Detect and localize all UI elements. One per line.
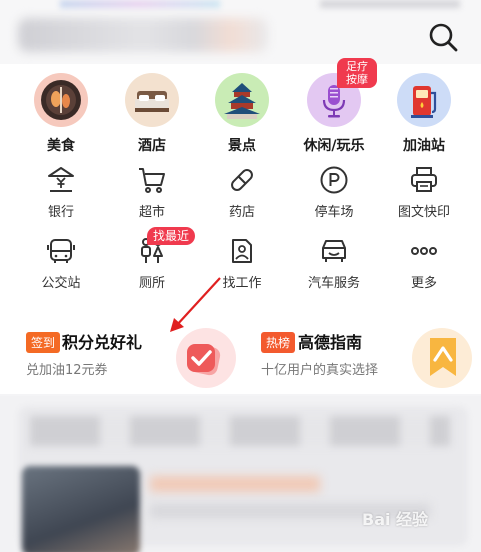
service-parking-label: 停车场 [314, 205, 354, 220]
service-print[interactable]: 图文快印 [379, 165, 469, 220]
category-food-label: 美食 [47, 138, 75, 154]
leisure-badge: 足疗按摩 [337, 58, 377, 88]
car-service-icon [322, 240, 346, 262]
service-job[interactable]: 找工作 [197, 236, 287, 291]
service-bank[interactable]: 银行 [16, 165, 106, 220]
category-gas-station-label: 加油站 [403, 138, 445, 154]
category-hotel[interactable]: 酒店 [107, 73, 197, 155]
hot-list-tag: 热榜 [261, 332, 296, 353]
category-attraction-label: 景点 [228, 138, 256, 154]
service-pharmacy[interactable]: 药店 [197, 165, 287, 220]
service-supermarket-label: 超市 [138, 205, 165, 220]
bus-icon [47, 239, 75, 263]
points-card-title: 积分兑好礼 [62, 333, 143, 352]
attraction-icon [215, 73, 269, 127]
service-car[interactable]: 汽车服务 [289, 236, 379, 291]
job-icon [232, 239, 252, 263]
cart-icon [139, 168, 165, 193]
service-supermarket[interactable]: 超市 [107, 165, 197, 220]
service-bus-stop-label: 公交站 [41, 276, 81, 291]
check-badge-icon [176, 328, 236, 388]
service-parking[interactable]: 停车场 [289, 165, 379, 220]
guide-card[interactable]: 热榜 高德指南 十亿用户的真实选择 [247, 314, 474, 390]
service-car-label: 汽车服务 [307, 276, 360, 291]
search-icon [429, 23, 458, 52]
watermark: Bai 经验 [362, 510, 429, 529]
category-food[interactable]: 美食 [16, 73, 106, 155]
service-pharmacy-label: 药店 [228, 205, 255, 220]
search-button[interactable] [426, 20, 460, 54]
printer-icon [411, 167, 437, 192]
category-gas-station[interactable]: 加油站 [379, 73, 469, 155]
food-icon [34, 73, 88, 127]
category-hotel-label: 酒店 [138, 138, 166, 154]
service-more-label: 更多 [410, 276, 437, 291]
blurred-header [0, 0, 481, 66]
pill-icon [231, 169, 253, 191]
signin-tag: 签到 [26, 332, 61, 353]
guide-card-title: 高德指南 [298, 333, 363, 352]
points-card-subtitle: 兑加油12元券 [26, 363, 108, 378]
parking-icon [320, 166, 348, 194]
points-card[interactable]: 签到 积分兑好礼 兑加油12元券 [12, 314, 236, 390]
service-more[interactable]: 更多 [379, 236, 469, 291]
service-job-label: 找工作 [222, 276, 262, 291]
toilet-nearest-badge: 找最近 [147, 227, 196, 245]
service-print-label: 图文快印 [397, 205, 450, 220]
bookmark-icon [412, 328, 472, 388]
guide-card-subtitle: 十亿用户的真实选择 [261, 363, 379, 378]
service-toilet-label: 厕所 [138, 276, 165, 291]
more-icon [411, 247, 437, 255]
bank-icon [48, 167, 74, 192]
category-leisure-label: 休闲/玩乐 [303, 138, 365, 154]
category-attraction[interactable]: 景点 [197, 73, 287, 155]
gas-station-icon [397, 73, 451, 127]
hotel-icon [125, 73, 179, 127]
service-bus-stop[interactable]: 公交站 [16, 236, 106, 291]
service-bank-label: 银行 [47, 205, 74, 220]
